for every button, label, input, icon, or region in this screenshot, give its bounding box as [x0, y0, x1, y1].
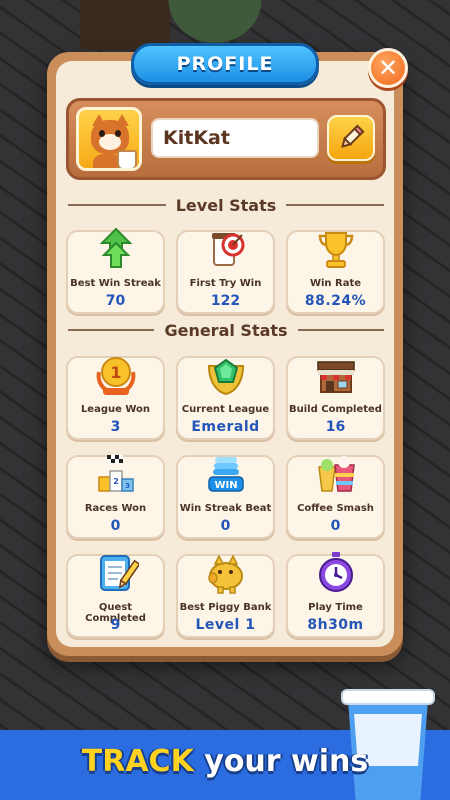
podium-flag-icon: 2 3	[93, 451, 139, 497]
general-stats-header: General Stats	[68, 318, 385, 342]
player-name-field[interactable]: KitKat	[151, 118, 319, 158]
player-name: KitKat	[163, 127, 230, 149]
stat-value: 88.24%	[304, 293, 367, 309]
level-stats-header: Level Stats	[68, 193, 384, 217]
stopwatch-icon	[313, 550, 359, 596]
stat-label: Coffee Smash	[297, 503, 374, 514]
drinks-icon	[313, 451, 359, 497]
stat-value: Emerald	[191, 419, 260, 435]
green-arrows-icon	[93, 226, 139, 272]
stat-card-play-time: Play Time 8h30m	[286, 552, 385, 638]
stat-value: Level 1	[195, 617, 256, 633]
stat-label: First Try Win	[189, 278, 262, 289]
profile-title-banner: PROFILE	[131, 43, 319, 85]
svg-text:3: 3	[125, 482, 130, 490]
stat-value: 0	[330, 518, 341, 534]
stat-card-races-won: 2 3 Races Won 0	[66, 455, 165, 539]
stat-card-win-streak-beat: WIN Win Streak Beat 0	[176, 455, 275, 539]
svg-text:2: 2	[113, 477, 119, 486]
stat-label: Best Piggy Bank	[179, 602, 272, 613]
svg-text:1: 1	[110, 363, 121, 382]
clipboard-icon	[93, 550, 139, 596]
stat-value: 0	[220, 518, 231, 534]
close-button[interactable]: ✕	[368, 48, 408, 88]
trophy-icon	[313, 226, 359, 272]
stat-card-best-win-streak: Best Win Streak 70	[66, 227, 165, 314]
stat-value: 9	[110, 617, 121, 633]
general-stats-title: General Stats	[164, 320, 288, 340]
stat-value: 8h30m	[307, 617, 364, 633]
stat-label: League Won	[80, 404, 151, 415]
stat-card-win-rate: Win Rate 88.24%	[286, 230, 385, 314]
close-icon: ✕	[377, 54, 399, 82]
stat-card-league-won: 1 League Won 3	[66, 356, 165, 440]
stat-label: Current League	[181, 404, 270, 415]
level-stats-title: Level Stats	[175, 195, 277, 215]
stat-label: Build Completed	[289, 404, 382, 415]
page-title: PROFILE	[176, 53, 274, 75]
svg-text:WIN: WIN	[214, 480, 237, 491]
win-stack-icon: WIN	[203, 451, 249, 497]
stat-card-coffee-smash: Coffee Smash 0	[286, 455, 385, 539]
stat-value: 0	[110, 518, 121, 534]
stat-card-build-completed: Build Completed 16	[286, 356, 385, 440]
stat-value: 70	[105, 293, 126, 309]
stat-label: Play Time	[308, 602, 363, 613]
stat-card-current-league: Current League Emerald	[176, 356, 275, 440]
stat-card-quest-completed: Quest Completed 9	[66, 554, 165, 638]
profile-bar: KitKat	[66, 98, 386, 180]
stat-label: Win Streak Beat	[179, 503, 272, 514]
shop-building-icon	[313, 352, 359, 398]
edit-name-button[interactable]	[327, 115, 375, 161]
piggy-bank-icon	[203, 550, 249, 596]
stat-card-first-try-win: First Try Win 122	[176, 230, 275, 314]
cat-avatar-icon[interactable]	[76, 107, 142, 171]
stat-card-best-piggy-bank: Best Piggy Bank Level 1	[176, 554, 275, 638]
target-cup-icon	[203, 226, 249, 272]
stat-label: Races Won	[84, 503, 147, 514]
medal-icon: 1	[93, 352, 139, 398]
coffee-cup-icon	[340, 686, 436, 800]
stat-value: 3	[110, 419, 121, 435]
stat-value: 16	[325, 419, 346, 435]
promo-highlight: TRACK	[81, 744, 194, 779]
promo-rest: your wins	[193, 744, 369, 779]
stat-value: 122	[210, 293, 241, 309]
stat-label: Win Rate	[309, 278, 362, 289]
stat-label: Best Win Streak	[70, 278, 161, 289]
promo-text: TRACK your wins	[0, 744, 450, 779]
pencil-icon	[341, 124, 365, 148]
emerald-badge-icon	[203, 352, 249, 398]
